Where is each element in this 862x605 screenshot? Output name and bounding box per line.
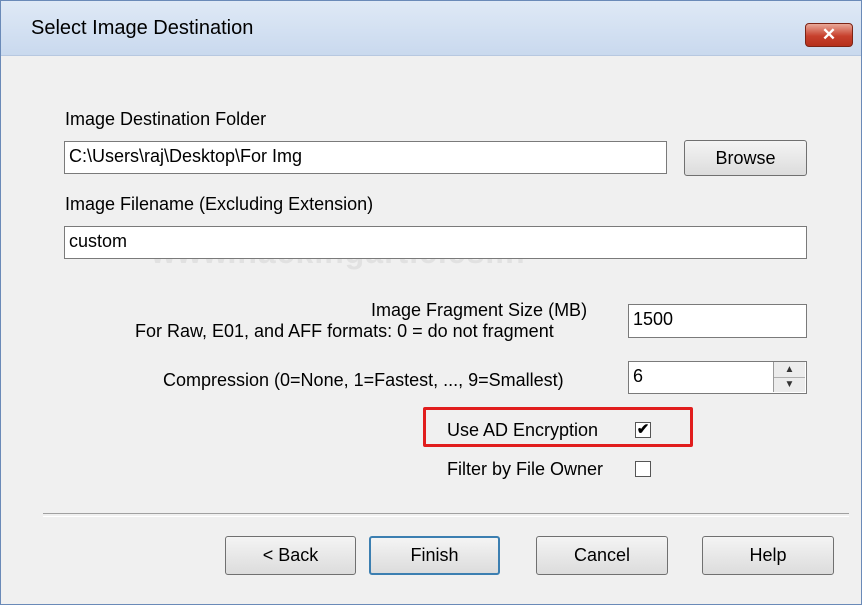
title-bar: Select Image Destination ✕: [1, 1, 861, 56]
spin-up-icon[interactable]: ▲: [774, 362, 805, 378]
cancel-button[interactable]: Cancel: [536, 536, 668, 575]
use-ad-encryption-checkbox[interactable]: ✔: [635, 422, 651, 438]
close-button[interactable]: ✕: [805, 23, 853, 47]
back-button[interactable]: < Back: [225, 536, 356, 575]
destination-folder-input[interactable]: C:\Users\raj\Desktop\For Img: [64, 141, 667, 174]
fragment-size-note: For Raw, E01, and AFF formats: 0 = do no…: [135, 321, 554, 341]
image-filename-input[interactable]: custom: [64, 226, 807, 259]
checkmark-icon: ✔: [636, 421, 650, 438]
compression-label: Compression (0=None, 1=Fastest, ..., 9=S…: [163, 370, 564, 390]
filter-by-owner-label: Filter by File Owner: [447, 459, 604, 479]
fragment-size-input[interactable]: 1500: [628, 304, 807, 338]
image-filename-label: Image Filename (Excluding Extension): [65, 194, 374, 214]
button-separator: [43, 513, 849, 517]
filter-by-owner-checkbox[interactable]: [635, 461, 651, 477]
window-title: Select Image Destination: [31, 17, 254, 39]
compression-spinner[interactable]: ▲ ▼: [773, 362, 805, 392]
finish-button[interactable]: Finish: [369, 536, 500, 575]
browse-button[interactable]: Browse: [684, 140, 807, 176]
use-ad-encryption-label: Use AD Encryption: [447, 420, 599, 440]
dialog-window: Select Image Destination ✕ www.hackingar…: [0, 0, 862, 605]
close-icon: ✕: [821, 25, 837, 44]
spin-down-icon[interactable]: ▼: [774, 377, 805, 392]
fragment-size-label: Image Fragment Size (MB): [371, 300, 588, 320]
help-button[interactable]: Help: [702, 536, 834, 575]
destination-folder-label: Image Destination Folder: [65, 109, 267, 129]
